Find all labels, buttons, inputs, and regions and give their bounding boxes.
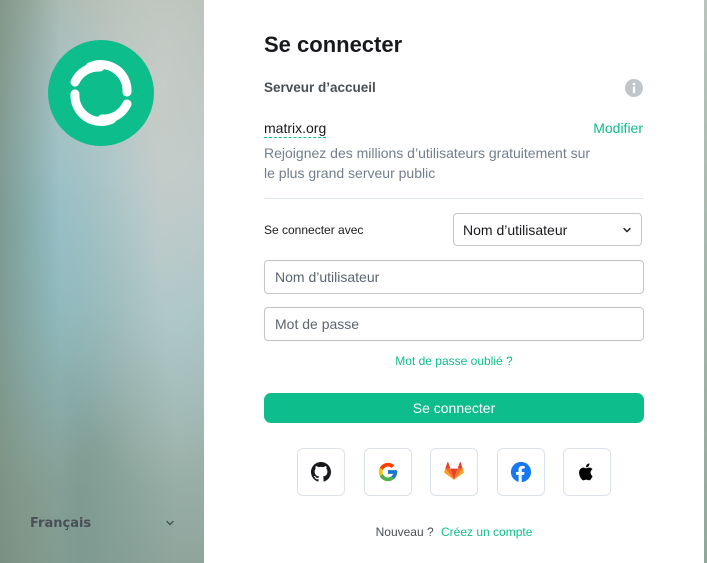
facebook-icon [510, 461, 531, 483]
apple-sso-button[interactable] [563, 448, 611, 496]
element-logo [48, 40, 154, 146]
github-icon [311, 462, 331, 482]
create-account-link[interactable]: Créez un compte [441, 525, 532, 539]
language-label: Français [30, 515, 92, 531]
new-user-label: Nouveau ? [375, 525, 434, 539]
sso-buttons [297, 448, 611, 498]
homeserver-name: matrix.org [264, 120, 327, 138]
create-account-footer: Nouveau ? Créez un compte [204, 525, 704, 539]
google-icon [378, 462, 397, 482]
language-selector[interactable]: Français [30, 512, 175, 534]
login-with-label: Se connecter avec [264, 223, 364, 237]
username-field[interactable] [264, 260, 644, 294]
login-method-select[interactable]: Nom d’utilisateur [453, 213, 642, 246]
homeserver-label: Serveur d’accueil [264, 80, 376, 95]
google-sso-button[interactable] [363, 448, 412, 496]
gitlab-sso-button[interactable] [430, 448, 478, 496]
info-icon[interactable] [624, 78, 644, 98]
chevron-down-icon [623, 227, 631, 232]
login-method-value: Nom d’utilisateur [463, 221, 568, 238]
forgot-password-link[interactable]: Mot de passe oublié ? [264, 354, 644, 368]
facebook-sso-button[interactable] [496, 448, 545, 496]
sign-in-button[interactable]: Se connecter [264, 393, 644, 423]
modify-server-link[interactable]: Modifier [593, 120, 643, 136]
element-logo-icon [70, 60, 132, 126]
password-field[interactable] [264, 307, 644, 341]
gitlab-icon [444, 462, 464, 480]
divider [264, 198, 644, 199]
apple-icon [579, 463, 593, 481]
login-card: Se connecter Serveur d’accueil matrix.or… [204, 0, 704, 563]
chevron-down-icon [166, 520, 174, 526]
page-title: Se connecter [264, 32, 403, 57]
background-panel: Français [0, 0, 204, 563]
github-sso-button[interactable] [297, 448, 345, 496]
homeserver-description: Rejoignez des millions d’utilisateurs gr… [264, 145, 591, 181]
